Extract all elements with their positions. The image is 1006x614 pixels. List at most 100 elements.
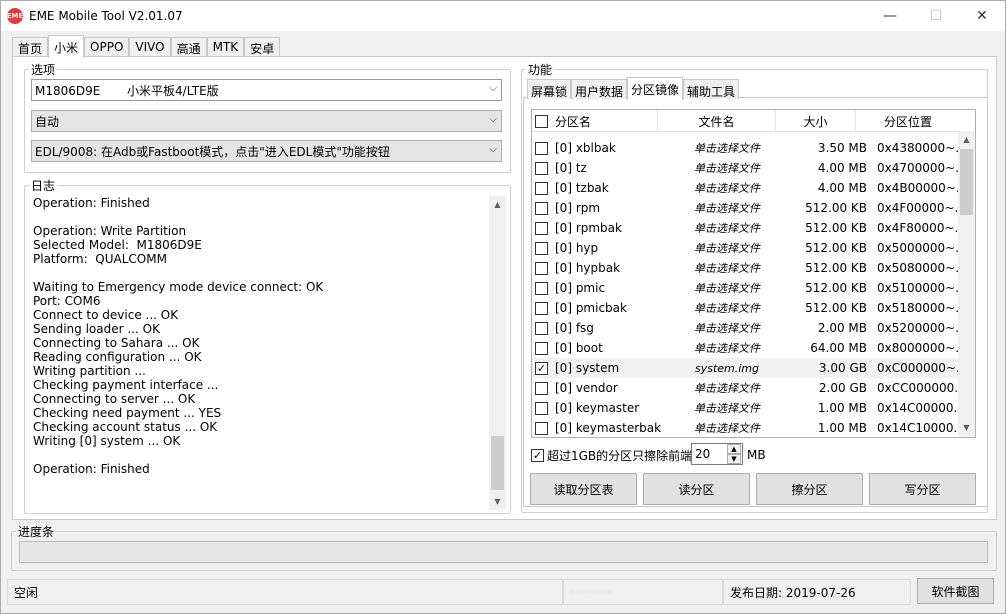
tab-vivo[interactable]: VIVO <box>129 37 171 57</box>
erase-size-value[interactable]: 20 <box>695 447 710 461</box>
partition-table-scrollbar[interactable]: ▲ ▼ <box>958 131 975 436</box>
mode-select[interactable]: 自动 ⌵ <box>31 110 502 132</box>
row-checkbox[interactable] <box>535 401 548 415</box>
tab-user-data[interactable]: 用户数据 <box>571 79 628 99</box>
table-row[interactable]: [0] keymasterbak 单击选择文件 1.00 MB 0x14C10000.… <box>532 418 960 437</box>
erase-option: ✓ 超过1GB的分区只擦除前端 <box>531 447 692 464</box>
write-partition-button[interactable]: 写分区 <box>869 473 976 505</box>
tab-mtk[interactable]: MTK <box>206 37 245 57</box>
tab-aux-tools[interactable]: 辅助工具 <box>683 79 740 99</box>
file-name-cell[interactable]: 单击选择文件 <box>665 380 789 396</box>
row-checkbox[interactable] <box>535 421 548 435</box>
table-row[interactable]: [0] pmicbak 单击选择文件 512.00 KB 0x5180000~... <box>532 298 960 318</box>
table-row[interactable]: [0] vendor 单击选择文件 2.00 GB 0xCC000000... <box>532 378 960 398</box>
row-checkbox[interactable] <box>535 181 548 195</box>
read-partition-table-button[interactable]: 读取分区表 <box>530 473 637 505</box>
table-row[interactable]: [0] tz 单击选择文件 4.00 MB 0x4700000~... <box>532 158 960 178</box>
tab-home[interactable]: 首页 <box>12 37 49 57</box>
edl-method-select[interactable]: EDL/9008: 在Adb或Fastboot模式，点击"进入EDL模式"功能按… <box>31 140 502 162</box>
scroll-up-icon[interactable]: ▲ <box>958 131 975 148</box>
partition-position-cell: 0x4380000~... <box>877 141 959 155</box>
scroll-down-icon[interactable]: ▼ <box>958 419 975 436</box>
partition-scroll-thumb[interactable] <box>960 149 973 215</box>
erase-front-checkbox[interactable]: ✓ <box>531 449 544 462</box>
tab-android[interactable]: 安卓 <box>244 37 281 57</box>
tab-screen-lock[interactable]: 屏幕锁 <box>527 79 572 99</box>
partition-position-cell: 0x5200000~... <box>877 321 959 335</box>
size-cell: 512.00 KB <box>805 241 867 255</box>
scroll-up-icon[interactable]: ▲ <box>489 196 506 213</box>
row-checkbox[interactable] <box>535 241 548 255</box>
file-name-cell[interactable]: 单击选择文件 <box>665 280 789 296</box>
erase-partition-button[interactable]: 擦分区 <box>756 473 863 505</box>
log-scroll-thumb[interactable] <box>491 436 504 490</box>
log-line: Waiting to Emergency mode device connect… <box>33 280 324 294</box>
file-name-cell[interactable]: 单击选择文件 <box>665 420 789 436</box>
header-size[interactable]: 大小 <box>776 110 856 132</box>
row-checkbox[interactable]: ✓ <box>535 361 548 375</box>
header-partition-name[interactable]: 分区名 <box>532 110 658 132</box>
table-row[interactable]: ✓ [0] system system.img 3.00 GB 0xC000000~..… <box>532 358 960 378</box>
table-row[interactable]: [0] pmic 单击选择文件 512.00 KB 0x5100000~... <box>532 278 960 298</box>
row-checkbox[interactable] <box>535 161 548 175</box>
model-select[interactable]: M1806D9E 小米平板4/LTE版 ⌵ <box>31 79 502 101</box>
table-row[interactable]: [0] rpm 单击选择文件 512.00 KB 0x4F00000~... <box>532 198 960 218</box>
log-textarea[interactable]: Operation: Finished Operation: Write Part… <box>33 196 489 506</box>
row-checkbox[interactable] <box>535 221 548 235</box>
erase-size-stepper[interactable]: 20 ▲ ▼ <box>691 443 743 465</box>
row-checkbox[interactable] <box>535 381 548 395</box>
log-scrollbar[interactable]: ▲ ▼ <box>489 196 506 510</box>
tab-oppo[interactable]: OPPO <box>84 37 130 57</box>
title-bar[interactable]: EME EME Mobile Tool V2.01.07 — ☐ ✕ <box>1 1 1005 31</box>
log-line: Operation: Finished <box>33 196 150 210</box>
file-name-cell[interactable]: 单击选择文件 <box>665 220 789 236</box>
size-cell: 512.00 KB <box>805 221 867 235</box>
table-row[interactable]: [0] boot 单击选择文件 64.00 MB 0x8000000~... <box>532 338 960 358</box>
scroll-down-icon[interactable]: ▼ <box>489 493 506 510</box>
tab-partition-image[interactable]: 分区镜像 <box>627 77 684 100</box>
file-name-cell[interactable]: 单击选择文件 <box>665 200 789 216</box>
file-name-cell[interactable]: system.img <box>665 362 789 375</box>
file-name-cell[interactable]: 单击选择文件 <box>665 140 789 156</box>
row-checkbox[interactable] <box>535 141 548 155</box>
minimize-button[interactable]: — <box>867 1 913 31</box>
table-row[interactable]: [0] xblbak 单击选择文件 3.50 MB 0x4380000~... <box>532 138 960 158</box>
select-all-checkbox[interactable] <box>535 114 548 128</box>
table-row[interactable]: [0] fsg 单击选择文件 2.00 MB 0x5200000~... <box>532 318 960 338</box>
row-checkbox[interactable] <box>535 321 548 335</box>
file-name-cell[interactable]: 单击选择文件 <box>665 240 789 256</box>
tab-qualcomm[interactable]: 高通 <box>170 37 207 57</box>
partition-position-cell: 0xCC000000... <box>877 381 959 395</box>
table-row[interactable]: [0] hyp 单击选择文件 512.00 KB 0x5000000~... <box>532 238 960 258</box>
table-row[interactable]: [0] hypbak 单击选择文件 512.00 KB 0x5080000~... <box>532 258 960 278</box>
software-screenshot-button[interactable]: 软件截图 <box>917 578 994 604</box>
partition-table[interactable]: 分区名 文件名 大小 分区位置 [0] xblbak 单击选择文件 3.50 MB 0… <box>531 109 976 438</box>
stepper-up-icon[interactable]: ▲ <box>727 444 741 454</box>
header-partition-position[interactable]: 分区位置 <box>856 110 960 132</box>
file-name-cell[interactable]: 单击选择文件 <box>665 260 789 276</box>
table-row[interactable]: [0] keymaster 单击选择文件 1.00 MB 0x14C00000... <box>532 398 960 418</box>
row-checkbox[interactable] <box>535 281 548 295</box>
row-checkbox[interactable] <box>535 201 548 215</box>
row-checkbox[interactable] <box>535 261 548 275</box>
table-row[interactable]: [0] tzbak 单击选择文件 4.00 MB 0x4B00000~... <box>532 178 960 198</box>
size-cell: 2.00 GB <box>818 381 867 395</box>
read-partition-button[interactable]: 读分区 <box>643 473 750 505</box>
file-name-cell[interactable]: 单击选择文件 <box>665 340 789 356</box>
close-button[interactable]: ✕ <box>959 1 1005 31</box>
header-file-name[interactable]: 文件名 <box>658 110 776 132</box>
app-window: EME EME Mobile Tool V2.01.07 — ☐ ✕ 首页 小米… <box>0 0 1006 614</box>
stepper-down-icon[interactable]: ▼ <box>727 454 741 464</box>
row-checkbox[interactable] <box>535 341 548 355</box>
table-row[interactable]: [0] rpmbak 单击选择文件 512.00 KB 0x4F80000~... <box>532 218 960 238</box>
file-name-cell[interactable]: 单击选择文件 <box>665 320 789 336</box>
tab-xiaomi[interactable]: 小米 <box>48 35 85 58</box>
maximize-button[interactable]: ☐ <box>913 1 959 31</box>
file-name-cell[interactable]: 单击选择文件 <box>665 400 789 416</box>
file-name-cell[interactable]: 单击选择文件 <box>665 180 789 196</box>
file-name-cell[interactable]: 单击选择文件 <box>665 300 789 316</box>
edl-method-select-value: EDL/9008: 在Adb或Fastboot模式，点击"进入EDL模式"功能按… <box>35 144 390 159</box>
row-checkbox[interactable] <box>535 301 548 315</box>
file-name-cell[interactable]: 单击选择文件 <box>665 160 789 176</box>
partition-position-cell: 0x4F00000~... <box>877 201 959 215</box>
